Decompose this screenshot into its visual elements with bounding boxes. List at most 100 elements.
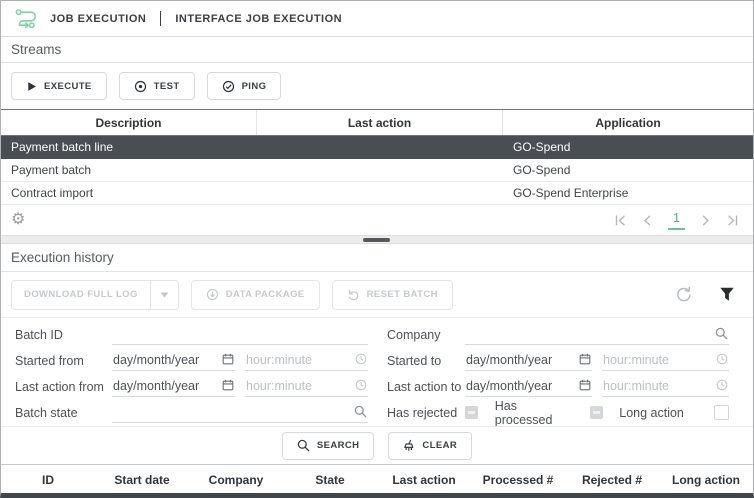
batch-state-input[interactable] — [113, 403, 354, 420]
download-icon — [206, 288, 219, 301]
streams-table-footer: ⚙ 1 — [1, 205, 753, 235]
ping-button-label: PING — [242, 81, 267, 92]
execute-button-label: EXECUTE — [44, 81, 92, 92]
column-header-description: Description — [1, 110, 257, 135]
next-page-button[interactable] — [701, 215, 711, 226]
app-header: JOB EXECUTION INTERFACE JOB EXECUTION — [1, 1, 753, 37]
last-action-from-date-input[interactable] — [113, 377, 222, 394]
last-action-to-label: Last action to — [387, 380, 465, 394]
previous-page-button[interactable] — [642, 215, 652, 226]
column-header-start-date: Start date — [95, 465, 189, 494]
clock-icon[interactable] — [716, 379, 728, 391]
has-rejected-checkbox[interactable] — [465, 406, 478, 419]
search-icon[interactable] — [354, 405, 367, 418]
calendar-icon[interactable] — [222, 353, 234, 365]
calendar-icon[interactable] — [579, 379, 591, 391]
started-to-time-input[interactable] — [603, 351, 716, 368]
reset-batch-label: RESET BATCH — [367, 289, 438, 300]
batch-id-input[interactable] — [113, 325, 367, 342]
gear-icon[interactable]: ⚙ — [11, 212, 25, 228]
streams-toolbar: EXECUTE TEST PING — [1, 63, 753, 109]
column-header-state: State — [283, 465, 377, 494]
has-processed-checkbox[interactable] — [590, 406, 603, 419]
last-page-button[interactable] — [727, 215, 739, 226]
started-to-label: Started to — [387, 354, 465, 368]
execute-button[interactable]: EXECUTE — [11, 72, 107, 100]
column-header-company: Company — [189, 465, 283, 494]
clear-button[interactable]: CLEAR — [388, 432, 472, 460]
cell-application: GO-Spend — [503, 163, 753, 177]
cell-application: GO-Spend Enterprise — [503, 186, 753, 200]
cell-description: Contract import — [1, 186, 257, 200]
calendar-icon[interactable] — [222, 379, 234, 391]
started-from-label: Started from — [15, 354, 112, 368]
batch-id-group: Batch ID — [1, 325, 377, 345]
ping-button[interactable]: PING — [207, 72, 282, 100]
column-header-application: Application — [503, 110, 753, 135]
calendar-icon[interactable] — [579, 353, 591, 365]
started-to-date-input[interactable] — [466, 351, 579, 368]
batch-id-label: Batch ID — [15, 328, 112, 342]
toolbar-right-icons — [674, 285, 743, 304]
check-circle-icon — [222, 80, 235, 93]
column-header-id: ID — [1, 465, 95, 494]
filter-icon[interactable] — [719, 287, 735, 302]
column-header-long-action: Long action — [659, 465, 753, 494]
long-action-checkbox[interactable] — [714, 405, 729, 420]
last-action-from-group: Last action from — [1, 377, 377, 397]
data-package-label: DATA PACKAGE — [226, 289, 305, 300]
company-group: Company — [377, 325, 753, 345]
cell-description: Payment batch line — [1, 140, 257, 154]
has-processed-label: Has processed — [495, 399, 573, 427]
column-header-last-action: Last action — [377, 465, 471, 494]
filter-form: Batch ID Company Started from — [1, 318, 753, 426]
data-package-button[interactable]: DATA PACKAGE — [191, 280, 320, 310]
filter-row-4: Batch state Has rejected Has processed L… — [1, 400, 753, 425]
batch-state-label: Batch state — [15, 406, 112, 420]
search-icon — [297, 439, 310, 452]
last-action-to-date-input[interactable] — [466, 377, 579, 394]
last-action-to-time-input[interactable] — [603, 377, 716, 394]
cell-description: Payment batch — [1, 163, 257, 177]
company-label: Company — [387, 328, 465, 342]
last-action-from-time-input[interactable] — [246, 377, 355, 394]
started-from-date-input[interactable] — [113, 351, 222, 368]
checkbox-group: Has rejected Has processed Long action — [377, 399, 753, 427]
execution-history-section-title: Execution history — [1, 244, 753, 272]
started-from-time-input[interactable] — [246, 351, 355, 368]
long-action-label: Long action — [619, 406, 697, 420]
splitter-handle[interactable] — [363, 238, 390, 242]
clock-icon[interactable] — [716, 353, 728, 365]
has-rejected-label: Has rejected — [387, 406, 465, 420]
streams-table: Description Last action Application Paym… — [1, 109, 753, 205]
target-icon — [134, 80, 147, 93]
current-page[interactable]: 1 — [668, 211, 685, 230]
last-action-from-label: Last action from — [15, 380, 112, 394]
search-icon[interactable] — [715, 327, 728, 340]
table-row-payment-batch-line[interactable]: Payment batch line GO-Spend — [1, 136, 753, 159]
clock-icon[interactable] — [355, 353, 367, 365]
started-to-group: Started to — [377, 351, 753, 371]
streams-section-title: Streams — [1, 37, 753, 63]
test-button[interactable]: TEST — [119, 72, 195, 100]
first-page-button[interactable] — [614, 215, 626, 226]
company-input[interactable] — [466, 325, 715, 342]
play-icon — [26, 81, 37, 92]
chevron-down-icon[interactable] — [150, 281, 178, 309]
title-separator — [160, 11, 161, 26]
clock-icon[interactable] — [355, 379, 367, 391]
refresh-icon[interactable] — [674, 285, 693, 304]
table-row-contract-import[interactable]: Contract import GO-Spend Enterprise — [1, 182, 753, 205]
search-button[interactable]: SEARCH — [282, 432, 375, 460]
download-full-log-label: DOWNLOAD FULL LOG — [12, 281, 150, 309]
column-header-last-action: Last action — [257, 110, 503, 135]
filter-row-3: Last action from — [1, 374, 753, 399]
route-icon — [13, 8, 38, 29]
filter-row-2: Started from — [1, 348, 753, 373]
clear-button-label: CLEAR — [422, 440, 457, 451]
table-row-payment-batch[interactable]: Payment batch GO-Spend — [1, 159, 753, 182]
reset-batch-button[interactable]: RESET BATCH — [332, 280, 453, 310]
search-button-label: SEARCH — [317, 440, 360, 451]
undo-icon — [347, 289, 360, 301]
download-full-log-button[interactable]: DOWNLOAD FULL LOG — [11, 280, 179, 310]
